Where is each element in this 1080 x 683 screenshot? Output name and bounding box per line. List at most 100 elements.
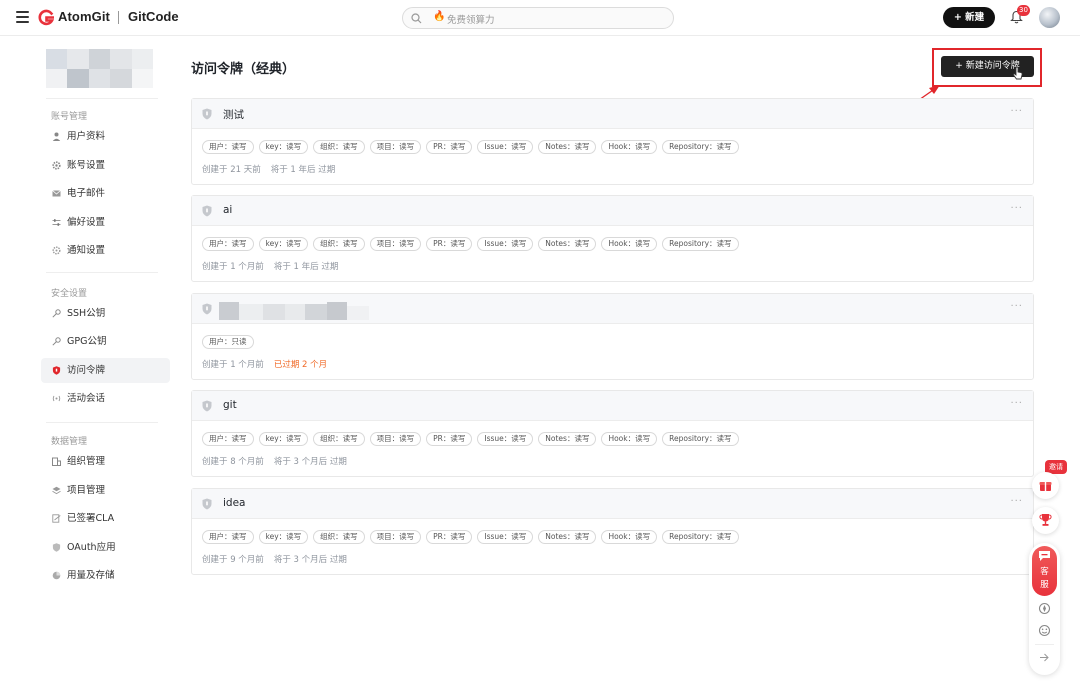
sidebar-item-sessions[interactable]: 活动会话 [41,386,170,411]
scope-tag: Issue：读写 [477,432,534,446]
scope-tag: Repository：读写 [662,140,739,154]
scope-tag: Hook：读写 [601,530,658,544]
trophy-button[interactable] [1032,507,1059,534]
scope-tag: Notes：读写 [538,530,597,544]
sidebar-item-access-tokens[interactable]: 访问令牌 [41,358,170,383]
sidebar-item-organizations[interactable]: 组织管理 [41,449,170,474]
chevron-right-icon[interactable] [1039,652,1050,663]
search-input[interactable]: 🔥 免费领算力 [402,7,674,29]
customer-service-button[interactable]: 客 服 [1032,546,1057,596]
sidebar-item-oauth-apps[interactable]: OAuth应用 [41,535,170,560]
scope-tag: Hook：读写 [601,140,658,154]
trophy-icon [1039,514,1052,526]
sidebar-item-label: 电子邮件 [67,188,106,199]
scope-list: 用户：只读 [202,335,259,350]
more-options-icon[interactable]: ··· [1010,496,1023,507]
scope-list: 用户：读写 key：读写 组织：读写 项目：读写 PR：读写 Issue：读写 Notes：… [202,530,744,545]
token-expiry: 将于 3 个月后 过期 [273,555,347,565]
sidebar-item-signed-cla[interactable]: 已签署CLA [41,506,170,531]
smiley-icon[interactable] [1038,624,1051,637]
sidebar-item-label: 访问令牌 [67,365,106,376]
scope-tag: 项目：读写 [369,432,422,446]
more-options-icon[interactable]: ··· [1010,203,1023,214]
sidebar-item-ssh-keys[interactable]: SSH公钥 [41,301,170,326]
scope-tag: 项目：读写 [369,237,422,251]
sidebar-item-usage-storage[interactable]: 用量及存储 [41,563,170,588]
scope-tag: 项目：读写 [369,140,422,154]
support-panel: 客 服 [1029,543,1060,675]
more-options-icon[interactable]: ··· [1010,106,1023,117]
scope-list: 用户：读写 key：读写 组织：读写 项目：读写 PR：读写 Issue：读写 Notes：… [202,432,744,447]
token-card: ai ··· 用户：读写 key：读写 组织：读写 项目：读写 PR：读写 Issue：读写 N… [191,195,1034,282]
scope-tag: PR：读写 [426,140,473,154]
key-icon [52,309,61,318]
new-button[interactable]: + 新建 [943,7,995,28]
sidebar-divider [46,422,158,423]
sidebar-item-email[interactable]: 电子邮件 [41,181,170,206]
scope-tag: 组织：读写 [313,237,365,251]
menu-icon[interactable] [16,11,29,23]
token-meta: 创建于 1 个月前 将于 1 年后 过期 [202,260,338,272]
shield-icon [52,543,61,552]
sidebar-item-account-settings[interactable]: 账号设置 [41,153,170,178]
token-meta: 创建于 21 天前 将于 1 年后 过期 [202,163,335,175]
broadcast-icon [52,395,61,402]
shield-icon [202,498,212,510]
scope-tag: PR：读写 [426,432,473,446]
highlight-box [932,48,1042,87]
sidebar-item-label: OAuth应用 [67,542,116,553]
user-avatar[interactable] [1039,7,1060,28]
scope-tag: 组织：读写 [313,140,365,154]
shield-icon [202,108,212,120]
token-created: 创建于 8 个月前 [202,457,264,467]
scope-tag: key：读写 [258,237,309,251]
scope-tag: Repository：读写 [662,530,739,544]
chat-icon [1039,551,1050,561]
cursor-hand-icon [1012,66,1023,80]
sidebar-item-profile[interactable]: 用户资料 [41,124,170,149]
token-card: 测试 ··· 用户：读写 key：读写 组织：读写 项目：读写 PR：读写 Issue：读写 N… [191,98,1034,185]
token-name: idea [223,497,246,509]
scope-tag: Notes：读写 [538,140,597,154]
token-created: 创建于 1 个月前 [202,360,264,370]
compass-icon[interactable] [1038,602,1051,615]
token-name: 测试 [223,109,244,121]
search-placeholder: 免费领算力 [447,15,495,26]
scope-tag: Hook：读写 [601,432,658,446]
token-card-header: 测试 ··· [192,99,1033,129]
brand-secondary[interactable]: GitCode [128,9,179,24]
sidebar-item-notifications[interactable]: 通知设置 [41,238,170,263]
scope-tag: Issue：读写 [477,140,534,154]
scope-tag: 用户：读写 [202,140,254,154]
sidebar-item-projects[interactable]: 项目管理 [41,478,170,503]
token-created: 创建于 9 个月前 [202,555,264,565]
redacted-token-name [219,302,384,320]
page-title: 访问令牌（经典） [191,62,296,77]
sidebar-item-gpg-keys[interactable]: GPG公钥 [41,329,170,354]
organization-icon [52,457,61,466]
sidebar-item-label: 用户资料 [67,131,106,142]
scope-tag: Hook：读写 [601,237,658,251]
more-options-icon[interactable]: ··· [1010,301,1023,312]
customer-service-label-1: 客 [1040,567,1049,577]
atomgit-logo-icon[interactable] [38,9,54,27]
gift-button[interactable] [1032,472,1059,499]
token-expired-status: 已过期 2 个月 [273,360,328,370]
token-name: git [223,399,237,411]
shield-icon [202,205,212,217]
more-options-icon[interactable]: ··· [1010,398,1023,409]
scope-tag: 组织：读写 [313,432,365,446]
key-icon [52,337,61,346]
token-expiry: 将于 1 年后 过期 [270,165,336,175]
token-card: idea ··· 用户：读写 key：读写 组织：读写 项目：读写 PR：读写 Issue：读… [191,488,1034,575]
token-name: ai [223,204,233,216]
token-created: 创建于 21 天前 [202,165,261,175]
scope-tag: 用户：只读 [202,335,254,349]
brand-primary[interactable]: AtomGit [58,9,110,24]
scope-tag: 组织：读写 [313,530,365,544]
sidebar-item-label: 组织管理 [67,456,106,467]
user-icon [52,132,61,141]
sliders-icon [52,219,61,226]
sidebar-item-preferences[interactable]: 偏好设置 [41,210,170,235]
token-card: git ··· 用户：读写 key：读写 组织：读写 项目：读写 PR：读写 Issue：读写… [191,390,1034,477]
